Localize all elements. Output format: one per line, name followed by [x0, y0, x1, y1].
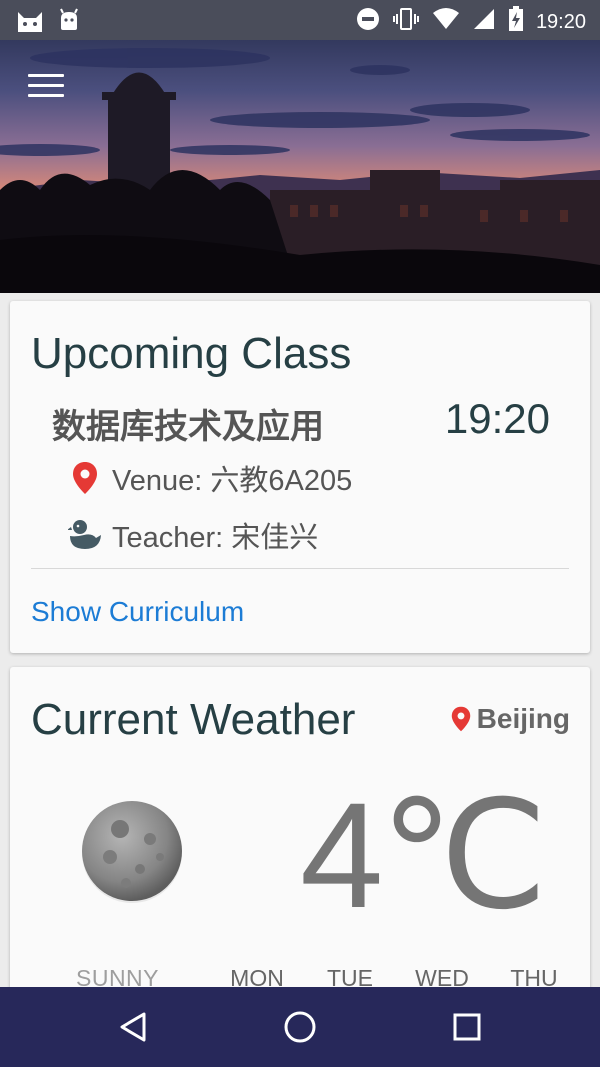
- location-pin-icon: [68, 461, 102, 495]
- duck-icon: [68, 518, 102, 552]
- recents-icon: [453, 1013, 481, 1041]
- battery-charging-icon: [508, 6, 524, 37]
- temperature: 4℃: [300, 771, 548, 939]
- wifi-icon: [432, 7, 460, 36]
- vibrate-icon: [392, 7, 420, 36]
- cat-notification-icon: [16, 8, 44, 37]
- venue-row: Venue: 六教6A205: [68, 457, 352, 499]
- menu-button[interactable]: [28, 74, 64, 102]
- status-bar: 19:20: [0, 0, 600, 40]
- android-notification-icon: [58, 8, 80, 37]
- weather-title: Current Weather: [31, 695, 356, 744]
- show-curriculum-button[interactable]: Show Curriculum: [31, 596, 244, 628]
- moon-icon: [80, 799, 184, 908]
- home-icon: [284, 1011, 316, 1043]
- navigation-bar: [0, 987, 600, 1067]
- venue-text: Venue: 六教6A205: [112, 465, 353, 497]
- divider: [31, 568, 569, 569]
- home-button[interactable]: [280, 1007, 320, 1047]
- location-label: Beijing: [476, 703, 570, 734]
- status-time: 19:20: [535, 10, 586, 33]
- hamburger-menu-icon: [28, 74, 64, 77]
- course-name: 数据库技术及应用: [52, 408, 324, 446]
- teacher-text: Teacher: 宋佳兴: [112, 522, 319, 554]
- do-not-disturb-icon: [356, 7, 380, 36]
- header-image: [0, 40, 600, 293]
- sunset-campus-illustration: [0, 48, 600, 293]
- teacher-row: Teacher: 宋佳兴: [68, 514, 318, 556]
- back-icon: [120, 1012, 146, 1042]
- location-pin-icon: [451, 705, 471, 733]
- signal-icon: [472, 7, 496, 36]
- back-button[interactable]: [113, 1007, 153, 1047]
- class-time: 19:20: [444, 395, 550, 442]
- recents-button[interactable]: [447, 1007, 487, 1047]
- upcoming-class-card: Upcoming Class 数据库技术及应用 19:20 Venue: 六教6…: [10, 301, 590, 653]
- upcoming-class-title: Upcoming Class: [31, 329, 352, 378]
- weather-location[interactable]: Beijing: [451, 703, 570, 735]
